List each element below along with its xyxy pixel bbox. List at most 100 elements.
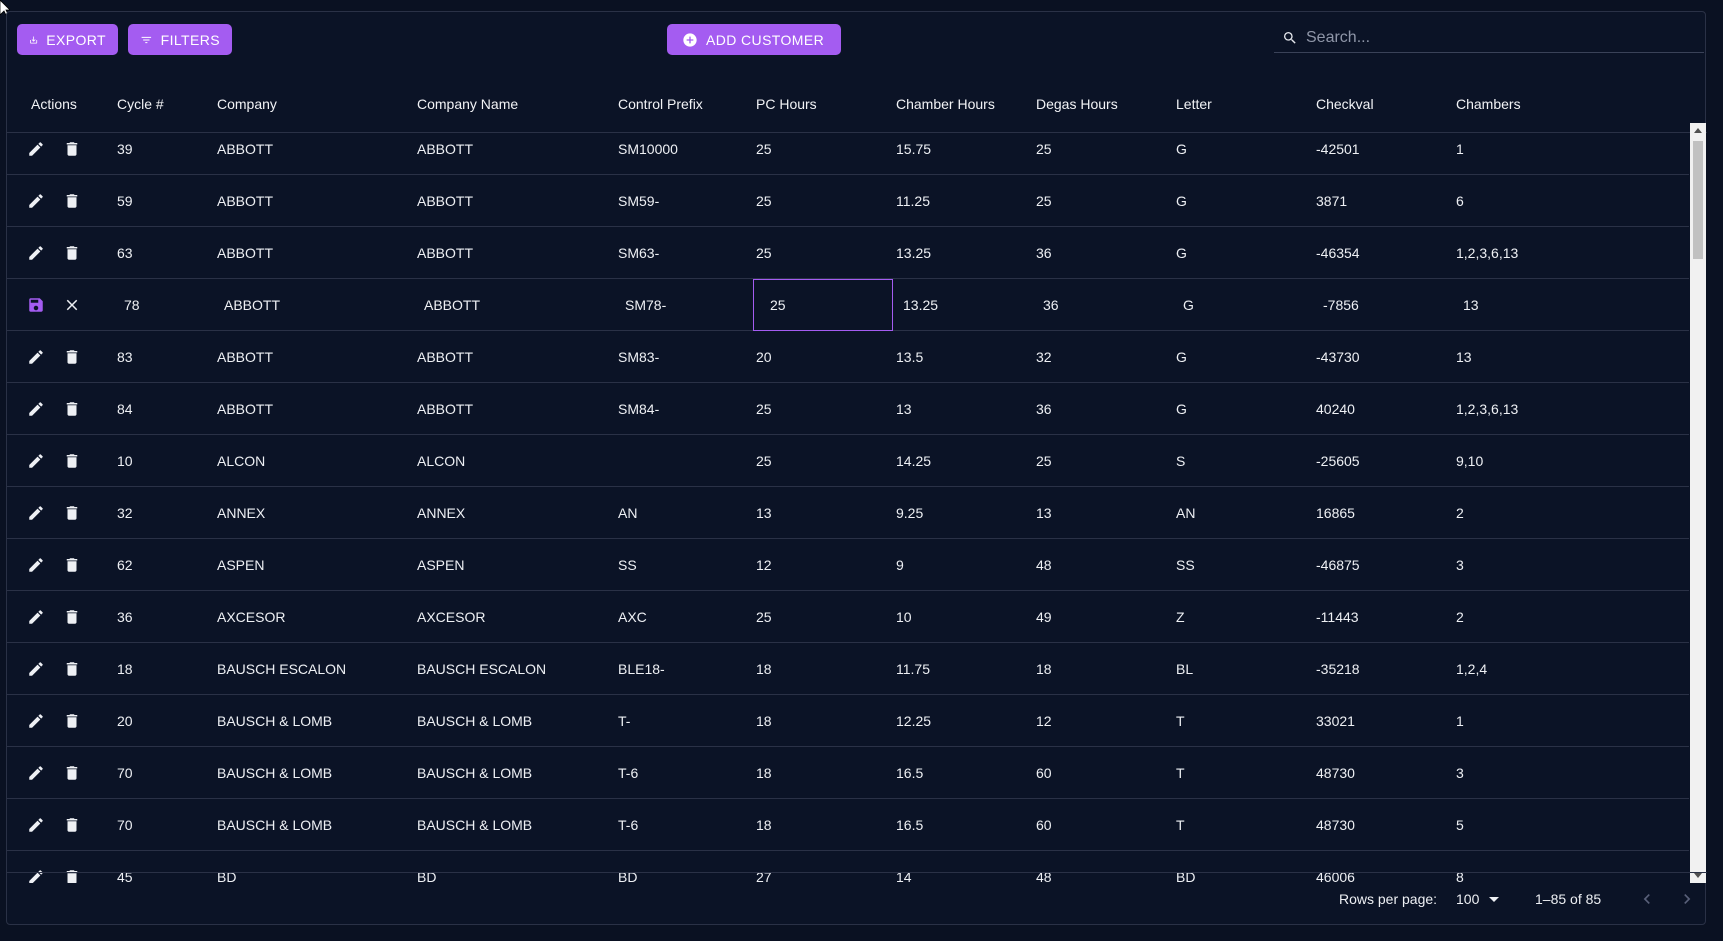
table-row[interactable]: 63 ABBOTT ABBOTT SM63- 25 13.25 36 G -46354 1,2,3… (7, 227, 1689, 279)
rows-per-page-select[interactable]: 100 (1456, 873, 1500, 925)
edit-icon[interactable] (27, 539, 45, 591)
cell-chambers: 6 (1456, 193, 1464, 209)
search-input[interactable] (1306, 29, 1696, 47)
cell-degas-hours: 48 (1036, 557, 1052, 573)
cell-control-prefix: T-6 (618, 817, 639, 833)
filters-button[interactable]: FILTERS (128, 24, 232, 55)
next-page-button[interactable] (1677, 873, 1697, 925)
delete-icon[interactable] (63, 591, 81, 643)
edit-icon[interactable] (27, 591, 45, 643)
table-row[interactable]: 39 ABBOTT ABBOTT SM10000 25 15.75 25 G -42501 1 (7, 123, 1689, 175)
cell-chamber-hours: 16.5 (896, 817, 924, 833)
edit-icon[interactable] (27, 123, 45, 175)
cell-pc-hours: 18 (756, 713, 772, 729)
export-button[interactable]: EXPORT (17, 24, 118, 55)
delete-icon[interactable] (63, 331, 81, 383)
cell-control-prefix: SM63- (618, 245, 660, 261)
previous-page-button[interactable] (1637, 873, 1657, 925)
cell-cycle: 70 (117, 817, 133, 833)
cell-pc-hours: 12 (756, 557, 772, 573)
cell-chamber-hours: 9 (896, 557, 904, 573)
delete-icon[interactable] (63, 799, 81, 851)
pc-hours-edit-input[interactable] (753, 279, 893, 331)
table-body[interactable]: 39 ABBOTT ABBOTT SM10000 25 15.75 25 G -42501 1 59… (7, 123, 1689, 883)
table-row[interactable]: 84 ABBOTT ABBOTT SM84- 25 13 36 G 40240 1,2,3,6,1… (7, 383, 1689, 435)
cell-company-name: AXCESOR (417, 609, 486, 625)
table-row[interactable]: 83 ABBOTT ABBOTT SM83- 20 13.5 32 G -43730 13 (7, 331, 1689, 383)
cell-pc-hours: 13 (756, 505, 772, 521)
cell-letter: SS (1176, 557, 1195, 573)
cell-chamber-hours: 11.75 (896, 661, 930, 677)
edit-icon[interactable] (27, 383, 45, 435)
edit-icon[interactable] (27, 799, 45, 851)
table-row-editing[interactable]: 78 ABBOTT ABBOTT SM78- 13.25 36 G -7856 13 (7, 279, 1689, 331)
delete-icon[interactable] (63, 123, 81, 175)
cell-company-name: ABBOTT (424, 297, 481, 313)
delete-icon[interactable] (63, 643, 81, 695)
cell-cycle: 36 (117, 609, 133, 625)
delete-icon[interactable] (63, 539, 81, 591)
delete-icon[interactable] (63, 695, 81, 747)
cell-checkval: 3871 (1316, 193, 1348, 209)
scroll-thumb[interactable] (1693, 141, 1703, 259)
cell-control-prefix: SM84- (618, 401, 660, 417)
table-row[interactable]: 20 BAUSCH & LOMB BAUSCH & LOMB T- 18 12.25 12 T… (7, 695, 1689, 747)
cell-company: ABBOTT (217, 193, 274, 209)
table-row[interactable]: 70 BAUSCH & LOMB BAUSCH & LOMB T-6 18 16.5 60 T… (7, 747, 1689, 799)
cell-letter: G (1176, 193, 1187, 209)
cell-company: ANNEX (217, 505, 266, 521)
cell-checkval: -25605 (1316, 453, 1360, 469)
edit-icon[interactable] (27, 695, 45, 747)
cell-checkval: 48730 (1316, 765, 1355, 781)
pagination-range: 1–85 of 85 (1535, 891, 1602, 907)
cell-cycle: 10 (117, 453, 133, 469)
delete-icon[interactable] (63, 435, 81, 487)
cell-cycle: 62 (117, 557, 133, 573)
edit-icon[interactable] (27, 175, 45, 227)
table-row[interactable]: 32 ANNEX ANNEX AN 13 9.25 13 AN 16865 2 (7, 487, 1689, 539)
cell-letter: G (1183, 297, 1194, 313)
cell-checkval: -11443 (1316, 609, 1359, 625)
delete-icon[interactable] (63, 747, 81, 799)
table-row[interactable]: 36 AXCESOR AXCESOR AXC 25 10 49 Z -11443 2 (7, 591, 1689, 643)
cell-company-name: ABBOTT (417, 401, 474, 417)
cell-pc-hours: 25 (756, 609, 772, 625)
edit-icon[interactable] (27, 227, 45, 279)
cell-chambers: 1,2,3,6,13 (1456, 401, 1519, 417)
edit-icon[interactable] (27, 643, 45, 695)
delete-icon[interactable] (63, 175, 81, 227)
cell-chambers: 1,2,3,6,13 (1456, 245, 1519, 261)
cell-company: BAUSCH & LOMB (217, 713, 333, 729)
rows-per-page-value: 100 (1456, 891, 1480, 907)
table-row[interactable]: 59 ABBOTT ABBOTT SM59- 25 11.25 25 G 3871 6 (7, 175, 1689, 227)
delete-icon[interactable] (63, 383, 81, 435)
scroll-up-arrow-icon[interactable] (1694, 128, 1702, 133)
cell-letter: G (1176, 401, 1187, 417)
table-row[interactable]: 62 ASPEN ASPEN SS 12 9 48 SS -46875 3 (7, 539, 1689, 591)
table-row[interactable]: 18 BAUSCH ESCALON BAUSCH ESCALON BLE18- 18 11… (7, 643, 1689, 695)
cell-control-prefix: BLE18- (618, 661, 665, 677)
table-scrollbar[interactable] (1690, 123, 1706, 883)
cell-letter: T (1176, 713, 1185, 729)
edit-icon[interactable] (27, 747, 45, 799)
edit-icon[interactable] (27, 331, 45, 383)
edit-icon[interactable] (27, 487, 45, 539)
cell-cycle: 20 (117, 713, 133, 729)
table-row[interactable]: 10 ALCON ALCON 25 14.25 25 S -25605 9,10 (7, 435, 1689, 487)
cell-company: ALCON (217, 453, 266, 469)
cell-degas-hours: 49 (1036, 609, 1052, 625)
cancel-icon[interactable] (63, 279, 81, 331)
save-icon[interactable] (27, 279, 45, 331)
cell-control-prefix: AN (618, 505, 638, 521)
cell-checkval: 16865 (1316, 505, 1355, 521)
cell-chambers: 3 (1456, 557, 1464, 573)
delete-icon[interactable] (63, 487, 81, 539)
add-customer-button[interactable]: ADD CUSTOMER (667, 24, 841, 55)
cell-chamber-hours: 11.25 (896, 193, 930, 209)
cell-checkval: 33021 (1316, 713, 1355, 729)
delete-icon[interactable] (63, 227, 81, 279)
cell-pc-hours: 18 (756, 765, 772, 781)
edit-icon[interactable] (27, 435, 45, 487)
table-row[interactable]: 70 BAUSCH & LOMB BAUSCH & LOMB T-6 18 16.5 60 T… (7, 799, 1689, 851)
cell-chambers: 1 (1456, 141, 1464, 157)
